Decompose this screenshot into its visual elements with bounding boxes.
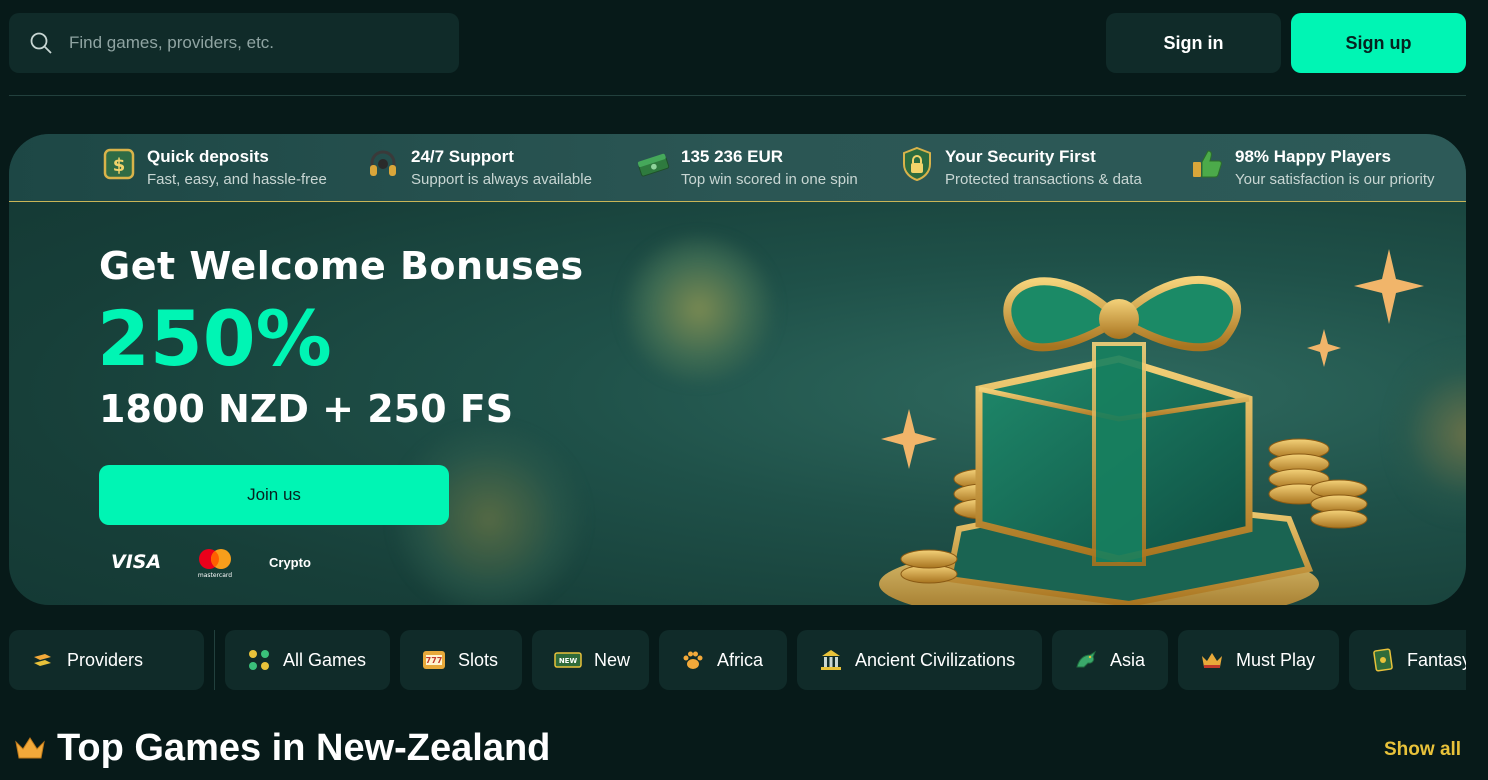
feature-title: 24/7 Support (411, 147, 514, 166)
banner-title: Get Welcome Bonuses (99, 244, 584, 288)
search-bar[interactable] (9, 13, 459, 73)
category-label: Ancient Civilizations (855, 649, 1016, 670)
crown-icon (14, 734, 46, 767)
slot-777-icon: 777 (422, 648, 446, 672)
feature-top-win: 135 236 EUR Top win scored in one spin (635, 146, 858, 192)
category-label: Asia (1110, 649, 1146, 670)
feature-support: 24/7 Support Support is always available (365, 146, 592, 192)
category-divider (214, 630, 215, 690)
category-label: All Games (283, 649, 367, 670)
category-label: Providers (67, 649, 144, 670)
feature-title: 135 236 EUR (681, 147, 784, 166)
welcome-banner: $ Quick deposits Fast, easy, and hassle-f… (9, 134, 1466, 605)
coin-card-icon: $ (101, 146, 137, 182)
crypto-label: Crypto (269, 555, 311, 570)
category-label: Africa (717, 649, 764, 670)
temple-icon (819, 648, 843, 672)
category-asia[interactable]: Asia (1052, 630, 1168, 690)
sign-up-button[interactable]: Sign up (1291, 13, 1466, 73)
providers-icon (31, 648, 55, 672)
crown-icon (1200, 648, 1224, 672)
feature-happy-players: 98% Happy Players Your satisfaction is ou… (1189, 146, 1435, 192)
feature-title: Quick deposits (147, 147, 269, 166)
category-africa[interactable]: Africa (659, 630, 787, 690)
category-label: Fantasy (1407, 649, 1466, 670)
gift-box-illustration (879, 249, 1424, 605)
feature-security: Your Security First Protected transaction… (899, 146, 1142, 192)
category-bar: Providers All Games 777 Slots NEW New Af… (9, 630, 1466, 690)
feature-quick-deposits: $ Quick deposits Fast, easy, and hassle-f… (101, 146, 327, 192)
category-must-play[interactable]: Must Play (1178, 630, 1339, 690)
feature-title: 98% Happy Players (1235, 147, 1391, 166)
blurred-chip-decoration (619, 234, 779, 384)
thumbs-up-icon (1189, 146, 1225, 182)
category-label: New (594, 649, 631, 670)
features-strip: $ Quick deposits Fast, easy, and hassle-f… (9, 134, 1466, 202)
category-providers[interactable]: Providers (9, 630, 204, 690)
feature-subtitle: Support is always available (411, 171, 592, 188)
search-icon (30, 32, 52, 54)
dragon-icon (1074, 648, 1098, 672)
mastercard-wordmark: mastercard (198, 572, 232, 579)
category-all-games[interactable]: All Games (225, 630, 390, 690)
search-input[interactable] (69, 33, 429, 53)
show-all-link[interactable]: Show all (1384, 739, 1461, 761)
feature-subtitle: Fast, easy, and hassle-free (147, 171, 327, 188)
card-icon (1371, 648, 1395, 672)
visa-logo: VISA (111, 551, 162, 573)
join-us-button[interactable]: Join us (99, 465, 449, 525)
new-badge-icon: NEW (554, 648, 582, 672)
headset-icon (365, 146, 401, 182)
feature-subtitle: Your satisfaction is our priority (1235, 171, 1435, 188)
paw-icon (681, 648, 705, 672)
banner-percent: 250% (97, 294, 332, 383)
feature-subtitle: Protected transactions & data (945, 171, 1142, 188)
sign-in-button[interactable]: Sign in (1106, 13, 1281, 73)
shield-lock-icon (899, 146, 935, 182)
feature-subtitle: Top win scored in one spin (681, 171, 858, 188)
feature-title: Your Security First (945, 147, 1096, 166)
svg-text:$: $ (113, 155, 126, 176)
banner-amount: 1800 NZD + 250 FS (99, 387, 514, 431)
category-new[interactable]: NEW New (532, 630, 649, 690)
svg-text:777: 777 (426, 656, 443, 665)
category-slots[interactable]: 777 Slots (400, 630, 522, 690)
mastercard-logo: mastercard (195, 547, 235, 584)
cash-stack-icon (635, 146, 671, 182)
category-label: Slots (458, 649, 499, 670)
svg-text:NEW: NEW (559, 657, 578, 665)
category-fantasy[interactable]: Fantasy (1349, 630, 1466, 690)
header-divider (9, 95, 1466, 96)
category-label: Must Play (1236, 649, 1316, 670)
category-ancient-civilizations[interactable]: Ancient Civilizations (797, 630, 1042, 690)
top-games-title: Top Games in New-Zealand (57, 727, 551, 769)
grid-dots-icon (247, 648, 271, 672)
